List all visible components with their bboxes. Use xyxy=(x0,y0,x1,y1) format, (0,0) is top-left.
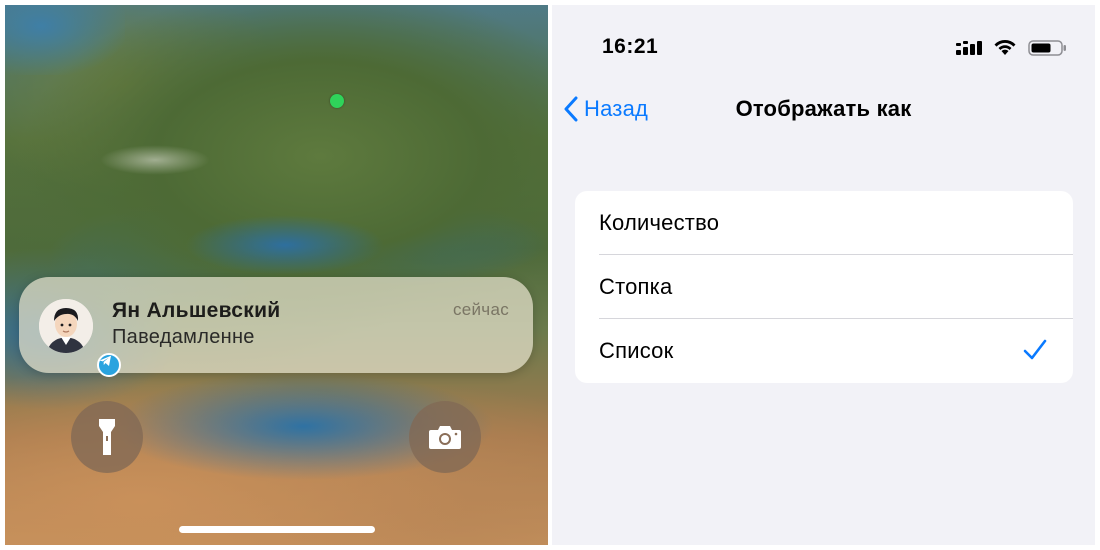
flashlight-button[interactable] xyxy=(71,401,143,473)
options-list: Количество Стопка Список xyxy=(575,191,1073,383)
cellular-signal-icon xyxy=(956,41,982,55)
wifi-icon xyxy=(994,40,1016,55)
map-sea-region xyxy=(5,5,125,75)
flashlight-icon xyxy=(99,419,115,455)
notification-message: Паведамленне xyxy=(112,326,255,348)
map-mountains xyxy=(100,145,210,175)
battery-icon xyxy=(1028,40,1066,56)
status-icons xyxy=(956,37,1076,57)
option-label: Список xyxy=(599,338,674,363)
option-label: Количество xyxy=(599,210,720,235)
page-title: Отображать как xyxy=(735,96,912,121)
notification-banner[interactable]: Ян Альшевский Паведамленне сейчас xyxy=(19,277,533,377)
telegram-icon xyxy=(97,353,121,377)
option-row-list[interactable]: Список xyxy=(575,319,1073,383)
location-dot xyxy=(330,94,344,108)
checkmark-icon xyxy=(1023,339,1047,360)
notification-sender: Ян Альшевский xyxy=(112,299,281,322)
option-row-stack[interactable]: Стопка xyxy=(575,255,1073,319)
option-label: Стопка xyxy=(599,274,673,299)
status-time: 16:21 xyxy=(602,35,659,58)
camera-button[interactable] xyxy=(409,401,481,473)
avatar xyxy=(39,299,121,377)
home-indicator[interactable] xyxy=(179,526,375,533)
lock-screen: Ян Альшевский Паведамленне сейчас xyxy=(5,5,548,545)
settings-screen: 16:21 Назад Отображать как Количество Ст… xyxy=(552,5,1095,545)
map-sea-region xyxy=(185,215,385,275)
camera-icon xyxy=(429,426,461,449)
notification-time: сейчас xyxy=(452,300,509,319)
option-row-count[interactable]: Количество xyxy=(575,191,1073,255)
